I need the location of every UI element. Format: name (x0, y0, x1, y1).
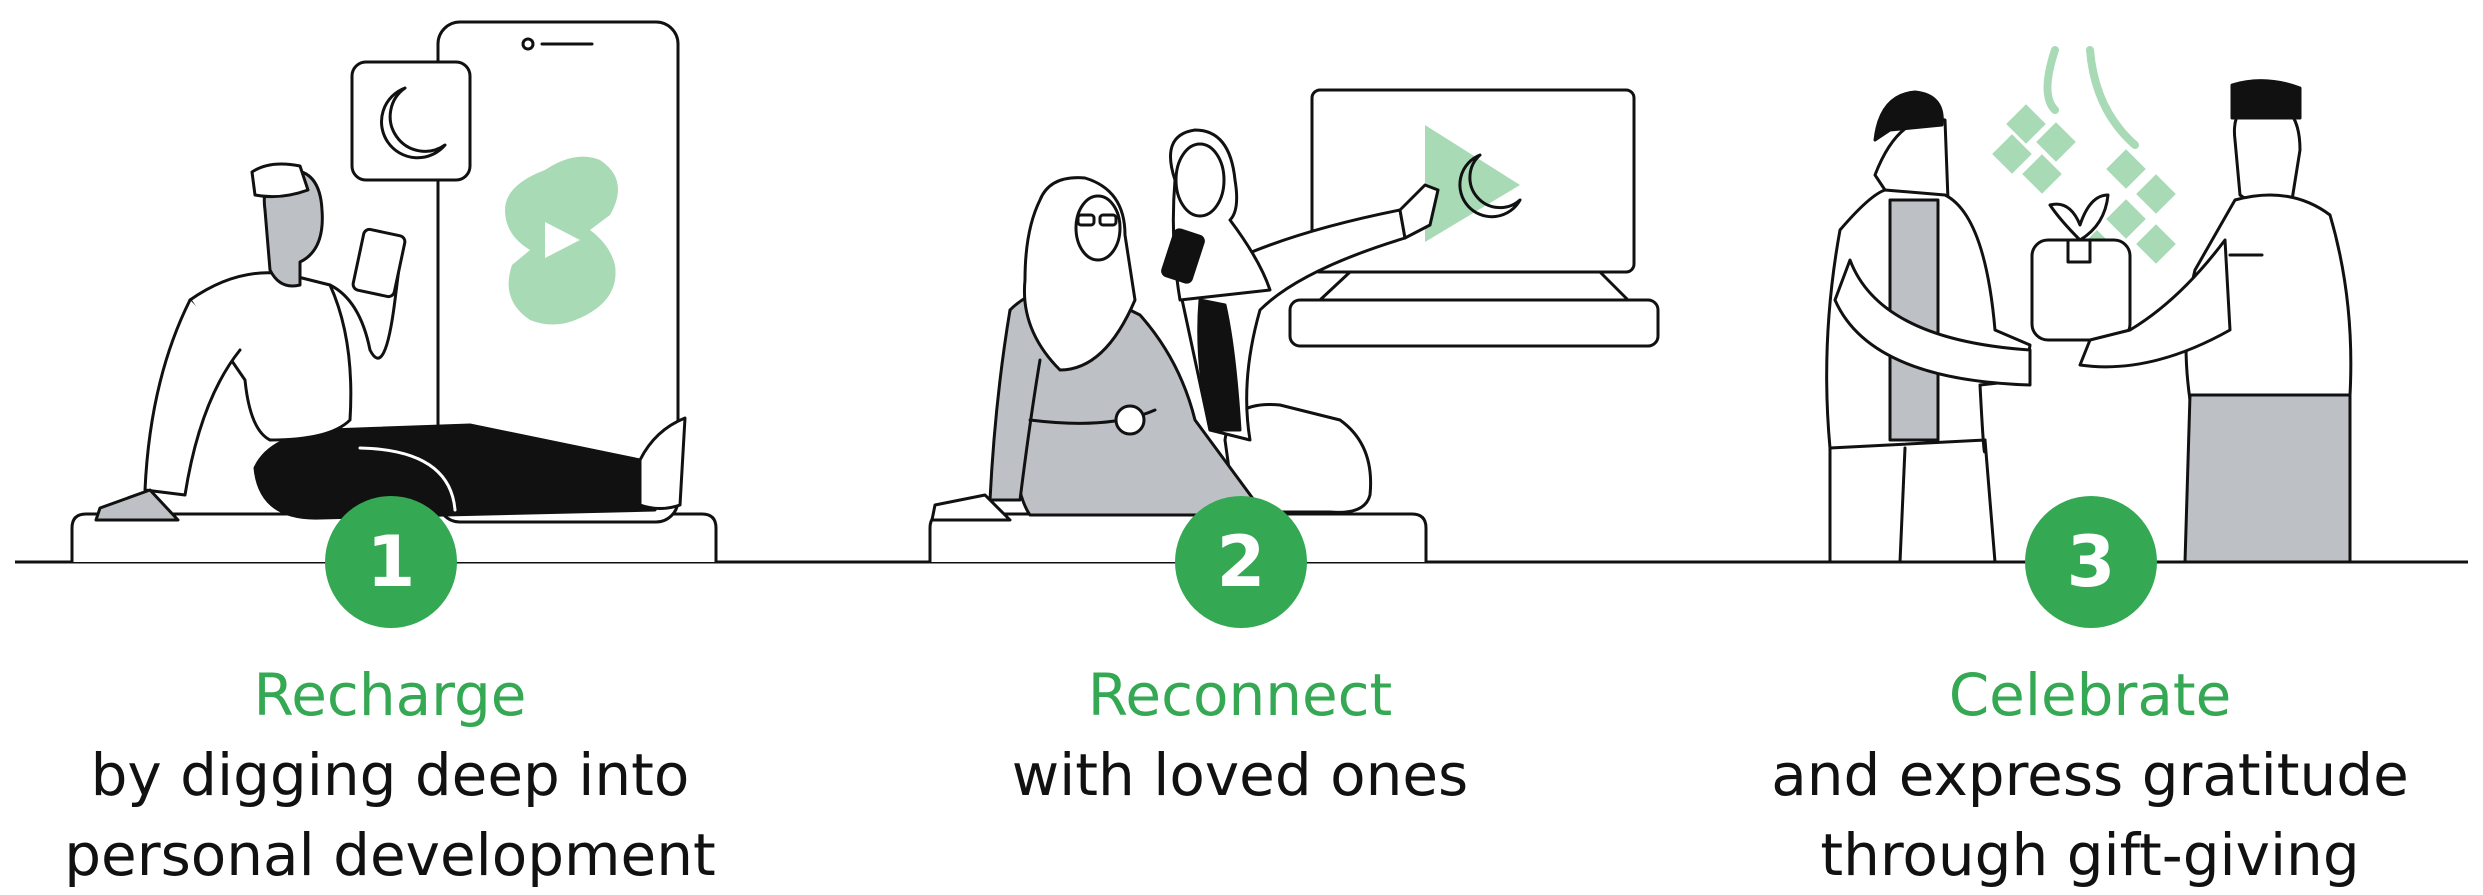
description-line: personal development (64, 821, 716, 889)
step-description: and express gratitude through gift-givin… (1640, 735, 2483, 895)
step-heading: Recharge (253, 661, 527, 729)
step-description: by digging deep into personal developmen… (0, 735, 840, 895)
steps-container: 1 Recharge by digging deep into personal… (0, 0, 2483, 889)
step-description: with loved ones (790, 735, 1690, 815)
step-text: Recharge by digging deep into personal d… (0, 655, 840, 895)
description-line: by digging deep into (90, 741, 690, 809)
step-reconnect: 2 Reconnect with loved ones (790, 0, 1690, 889)
step-number-badge: 1 (325, 496, 457, 628)
step-number-badge: 3 (2025, 496, 2157, 628)
description-line: through gift-giving (1820, 821, 2360, 889)
description-line: and express gratitude (1771, 741, 2409, 809)
step-heading: Reconnect (1087, 661, 1393, 729)
step-number-badge: 2 (1175, 496, 1307, 628)
step-heading: Celebrate (1948, 661, 2232, 729)
step-celebrate: 3 Celebrate and express gratitude throug… (1640, 0, 2483, 889)
step-recharge: 1 Recharge by digging deep into personal… (0, 0, 840, 889)
description-line: with loved ones (1011, 741, 1469, 809)
step-text: Celebrate and express gratitude through … (1640, 655, 2483, 895)
step-text: Reconnect with loved ones (790, 655, 1690, 815)
